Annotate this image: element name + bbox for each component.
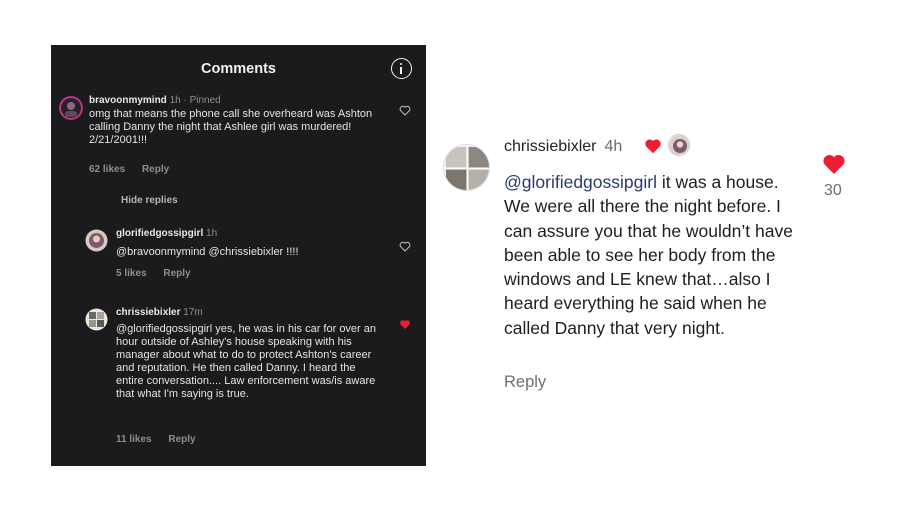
comment-meta: 1h · Pinned — [169, 95, 221, 106]
comment-username[interactable]: bravoonmymind 1h · Pinned — [89, 95, 221, 106]
heart-outline-icon[interactable] — [399, 105, 411, 116]
comment-username[interactable]: glorifiedgossipgirl 1h — [116, 228, 217, 239]
reply-link[interactable]: Reply — [163, 268, 190, 279]
comments-title: Comments — [201, 61, 276, 77]
avatar[interactable] — [443, 144, 490, 191]
avatar[interactable] — [85, 229, 108, 252]
comments-screenshot: Comments bravoonmymind 1h · Pinned omg t… — [51, 45, 426, 466]
comment-actions: 5 likes Reply — [116, 268, 191, 279]
comment-actions: 62 likes Reply — [89, 164, 169, 175]
reply-link[interactable]: Reply — [168, 434, 195, 445]
comment-text: omg that means the phone call she overhe… — [89, 108, 373, 146]
comment-meta: 1h — [206, 228, 218, 239]
comment-body: it was a house. We were all there the ni… — [504, 172, 793, 338]
comment-username[interactable]: chrissiebixler 4h — [504, 138, 622, 156]
comment-text: @bravoonmymind @chrissiebixler !!!! — [116, 246, 299, 258]
likes-count: 30 — [824, 182, 842, 199]
comment-text: @glorifiedgossipgirl it was a house. We … — [504, 170, 809, 340]
avatar[interactable] — [59, 96, 83, 120]
heart-filled-icon — [645, 139, 661, 154]
reply-link[interactable]: Reply — [142, 164, 169, 175]
heart-outline-icon[interactable] — [399, 241, 411, 252]
info-icon[interactable] — [391, 58, 412, 79]
avatar-badge — [668, 134, 690, 156]
heart-filled-icon[interactable] — [822, 153, 846, 175]
comment-actions: 11 likes Reply — [116, 434, 196, 445]
hide-replies-button[interactable]: Hide replies — [121, 195, 178, 206]
comment-username[interactable]: chrissiebixler 17m — [116, 307, 203, 318]
comment-text: @glorifiedgossipgirl yes, he was in his … — [116, 323, 377, 400]
likes-count[interactable]: 11 likes — [116, 434, 152, 445]
comments-header: Comments — [51, 45, 426, 93]
comment-time: 4h — [604, 138, 623, 155]
reply-link[interactable]: Reply — [504, 373, 546, 392]
likes-count[interactable]: 62 likes — [89, 164, 125, 175]
mention-link[interactable]: @glorifiedgossipgirl — [504, 172, 657, 192]
heart-filled-icon[interactable] — [399, 319, 411, 330]
likes-count[interactable]: 5 likes — [116, 268, 147, 279]
comment-meta: 17m — [183, 307, 203, 318]
avatar[interactable] — [85, 308, 108, 331]
